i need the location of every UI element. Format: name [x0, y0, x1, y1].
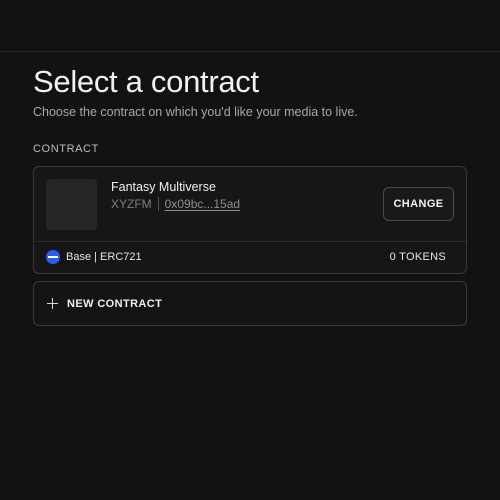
contract-symbol: XYZFM [111, 197, 152, 211]
token-count: 0 TOKENS [389, 251, 446, 263]
plus-icon [47, 298, 58, 309]
new-contract-label: NEW CONTRACT [67, 298, 163, 310]
contract-card: Fantasy Multiverse XYZFM 0x09bc...15ad C… [33, 166, 467, 274]
meta-divider [157, 197, 159, 211]
page-subtitle: Choose the contract on which you'd like … [33, 105, 358, 119]
contract-meta: XYZFM 0x09bc...15ad [111, 196, 240, 212]
contract-thumbnail [46, 179, 97, 230]
card-divider [34, 241, 466, 242]
network-info: Base | ERC721 [46, 249, 142, 265]
change-button[interactable]: CHANGE [383, 187, 454, 221]
new-contract-button[interactable]: NEW CONTRACT [33, 281, 467, 326]
contract-address-link[interactable]: 0x09bc...15ad [165, 197, 240, 211]
base-network-icon [46, 250, 60, 264]
network-label: Base | ERC721 [66, 251, 142, 263]
section-label-contract: CONTRACT [33, 143, 99, 155]
page-title: Select a contract [33, 64, 259, 99]
contract-name: Fantasy Multiverse [111, 180, 216, 194]
top-bar [0, 0, 500, 52]
